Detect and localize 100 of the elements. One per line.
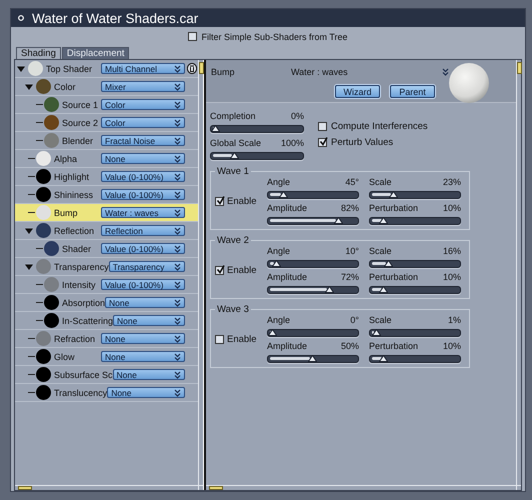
slider-thumb[interactable] [334, 217, 343, 224]
slider-thumb[interactable] [278, 191, 288, 198]
shader-label: Bump [54, 208, 79, 218]
expanded-arrow-icon[interactable] [17, 64, 25, 72]
slider-thumb[interactable] [268, 329, 277, 336]
window-dot-icon [18, 15, 24, 21]
shader-dropdown[interactable]: Value (0-100%) [101, 171, 185, 182]
slider-track[interactable] [210, 125, 304, 133]
shader-dropdown[interactable]: Color [101, 117, 185, 128]
chevron-icon [174, 316, 181, 324]
slider-label: Amplitude [267, 341, 308, 352]
slider-thumb[interactable] [272, 260, 281, 267]
slider-thumb[interactable] [324, 286, 334, 293]
shader-dropdown[interactable]: None [101, 153, 185, 164]
slider-track[interactable] [267, 217, 359, 225]
slider-label: Scale [369, 246, 392, 257]
slider-label: Perturbation [369, 272, 418, 283]
checkmark-icon [319, 137, 328, 146]
slider-track[interactable] [267, 191, 359, 199]
shader-label: Intensity [62, 280, 97, 290]
tab[interactable]: Displacement [62, 47, 130, 59]
scroll-handle[interactable] [517, 62, 522, 74]
slider-value: 0% [290, 111, 304, 122]
checkbox-label: Enable [227, 334, 257, 344]
shader-dropdown[interactable]: Mixer [101, 81, 185, 92]
shader-dropdown[interactable]: None [107, 387, 185, 398]
shader-dropdown[interactable]: Value (0-100%) [101, 243, 185, 254]
scroll-handle[interactable] [18, 486, 32, 490]
slider-track[interactable] [369, 286, 461, 294]
shader-label: Top Shader [46, 64, 94, 74]
slider-label: Angle [267, 177, 290, 188]
shader-label: Source 1 [62, 100, 100, 110]
slider-thumb[interactable] [372, 329, 381, 336]
slider-track[interactable] [369, 217, 461, 225]
group-title: Wave 2 [216, 235, 250, 246]
slider-thumb[interactable] [379, 355, 388, 362]
shader-dropdown[interactable]: Water : waves [101, 207, 185, 218]
shader-label: Shader [62, 244, 92, 254]
channel-label: Bump [211, 67, 236, 77]
shader-dropdown[interactable]: None [101, 351, 185, 362]
chevron-icon [174, 154, 181, 162]
slider-track[interactable] [210, 152, 304, 160]
shader-dropdown[interactable]: Water : waves [291, 67, 449, 77]
slider-thumb[interactable] [379, 286, 388, 293]
shader-label: Transparency [54, 262, 109, 272]
shader-label: In-Scattering [62, 316, 114, 326]
slider-track[interactable] [267, 329, 359, 337]
shader-label: Subsurface Sc [54, 370, 113, 380]
slider-track[interactable] [369, 191, 461, 199]
shader-dropdown[interactable]: None [112, 369, 185, 380]
slider-label: Amplitude [267, 203, 308, 214]
shader-dropdown[interactable]: Fractal Noise [101, 135, 185, 146]
toolbar-button[interactable]: Wizard [335, 85, 380, 98]
shader-label: Absorption [62, 298, 106, 308]
checkbox[interactable] [215, 334, 224, 344]
scroll-handle[interactable] [199, 62, 204, 74]
shader-dropdown[interactable]: Transparency [108, 261, 185, 272]
slider-track[interactable] [267, 286, 359, 294]
shader-dropdown[interactable]: Value (0-100%) [101, 189, 185, 200]
slider-value: 16% [442, 246, 461, 257]
chevron-icon [174, 82, 181, 90]
chevron-icon [442, 68, 449, 76]
scroll-handle[interactable] [209, 486, 223, 490]
shader-label: Color [54, 82, 77, 92]
shader-dropdown[interactable]: None [105, 297, 185, 308]
checkbox[interactable] [188, 32, 198, 41]
expanded-arrow-icon[interactable] [25, 82, 33, 90]
slider-thumb[interactable] [384, 260, 392, 267]
shader-dropdown[interactable]: None [101, 333, 185, 344]
shader-dropdown[interactable]: Multi Channel [101, 63, 185, 74]
chevron-icon [174, 190, 181, 198]
slider-thumb[interactable] [308, 355, 317, 362]
expanded-arrow-icon[interactable] [25, 226, 33, 234]
expanded-arrow-icon[interactable] [25, 262, 33, 270]
slider-track[interactable] [267, 355, 359, 363]
shader-dropdown[interactable]: Reflection [101, 225, 185, 236]
slider-value: 1% [448, 315, 461, 326]
slider-thumb[interactable] [379, 217, 388, 224]
shader-dropdown[interactable]: None [113, 315, 185, 326]
checkbox[interactable] [318, 138, 327, 147]
toolbar-button[interactable]: Parent [390, 85, 435, 98]
slider-track[interactable] [369, 355, 461, 363]
slider-track[interactable] [369, 329, 461, 337]
tab[interactable]: Shading [16, 47, 61, 59]
slider-label: Global Scale [210, 138, 262, 149]
slider-value: 82% [340, 203, 359, 214]
slider-label: Perturbation [369, 341, 418, 352]
shader-dropdown[interactable]: Value (0-100%) [101, 279, 185, 290]
checkbox[interactable] [215, 196, 224, 206]
slider-thumb[interactable] [388, 191, 398, 198]
checkmark-icon [216, 196, 225, 204]
checkbox[interactable] [318, 122, 327, 131]
checkbox[interactable] [215, 266, 224, 274]
shader-dropdown[interactable]: Color [101, 99, 185, 110]
slider-thumb[interactable] [230, 152, 238, 159]
checkbox-label: Compute Interferences [331, 121, 428, 132]
slider-track[interactable] [369, 260, 461, 268]
slider-track[interactable] [267, 260, 359, 268]
slider-value: 23% [442, 177, 461, 188]
slider-thumb[interactable] [211, 125, 220, 132]
